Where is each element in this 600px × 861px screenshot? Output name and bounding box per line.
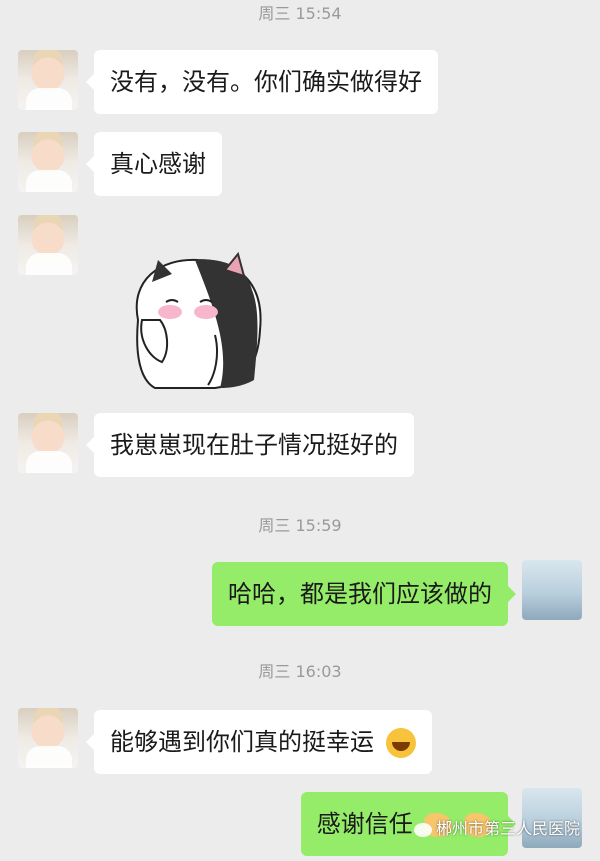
watermark: 郴州市第三人民医院 xyxy=(413,815,580,839)
contact-avatar[interactable] xyxy=(18,708,78,768)
message-bubble-incoming[interactable]: 真心感谢 xyxy=(86,132,222,196)
timestamp: 周三 15:59 xyxy=(258,516,342,535)
timestamp: 周三 15:54 xyxy=(258,4,342,23)
message-bubble-outgoing[interactable]: 哈哈，都是我们应该做的 xyxy=(212,562,516,626)
cat-sticker[interactable] xyxy=(120,240,270,390)
message-text: 没有，没有。你们确实做得好 xyxy=(110,68,422,96)
message-text: 哈哈，都是我们应该做的 xyxy=(228,580,492,608)
cat-sticker-icon xyxy=(135,251,262,389)
contact-avatar[interactable] xyxy=(18,215,78,275)
wechat-icon xyxy=(413,822,432,837)
message-text: 能够遇到你们真的挺幸运 xyxy=(110,728,374,756)
message-bubble-incoming[interactable]: 没有，没有。你们确实做得好 xyxy=(86,50,438,114)
message-text: 我崽崽现在肚子情况挺好的 xyxy=(110,431,398,459)
contact-avatar[interactable] xyxy=(18,413,78,473)
timestamp: 周三 16:03 xyxy=(258,662,342,681)
grinning-face-emoji-icon xyxy=(385,728,416,758)
message-bubble-incoming[interactable]: 能够遇到你们真的挺幸运 xyxy=(86,710,432,774)
message-text: 感谢信任 xyxy=(316,810,413,838)
contact-avatar[interactable] xyxy=(18,50,78,110)
self-avatar[interactable] xyxy=(522,560,582,620)
contact-avatar[interactable] xyxy=(18,132,78,192)
message-text: 真心感谢 xyxy=(110,150,206,178)
watermark-text: 郴州市第三人民医院 xyxy=(435,821,580,838)
message-bubble-incoming[interactable]: 我崽崽现在肚子情况挺好的 xyxy=(86,413,414,477)
